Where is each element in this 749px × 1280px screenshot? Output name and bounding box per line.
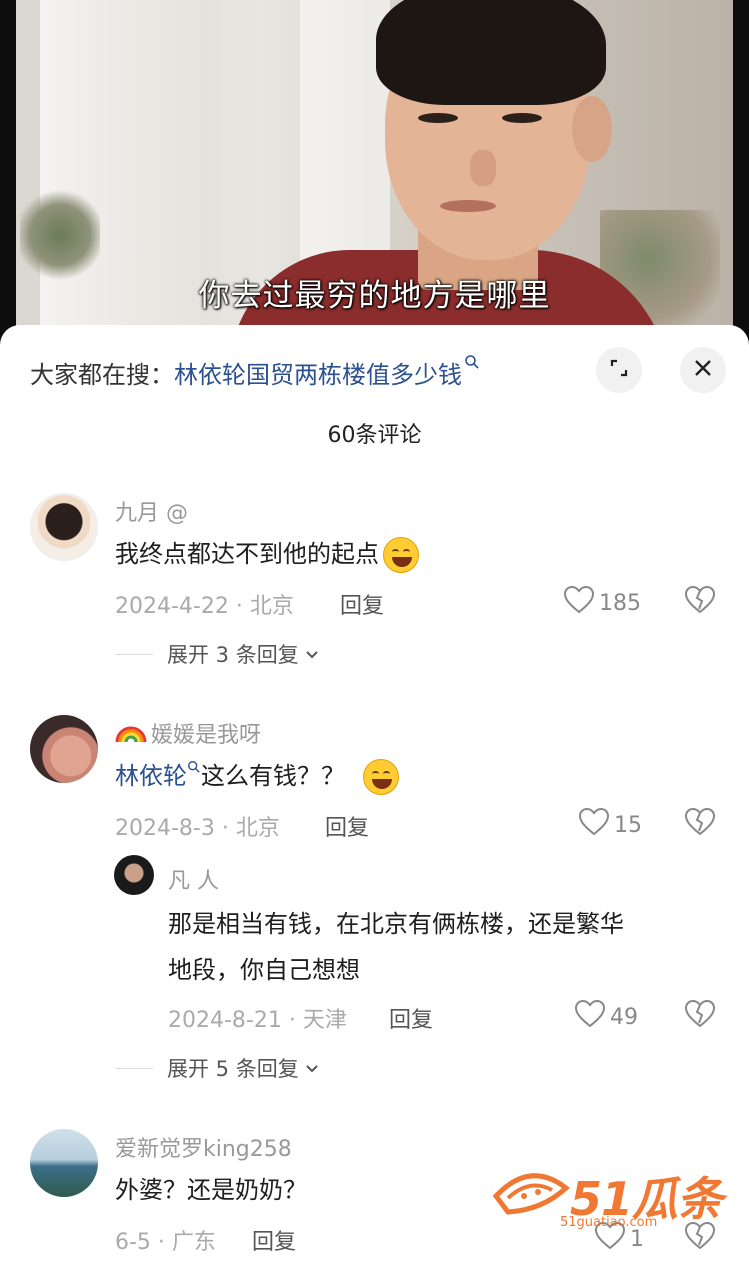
comment-username-text: 媛媛是我呀 — [151, 723, 262, 748]
dislike-button[interactable] — [684, 585, 716, 619]
comment-meta: 6-5 · 广东 — [115, 1230, 216, 1255]
search-query-link[interactable]: 林依轮国贸两栋楼值多少钱 — [174, 355, 462, 390]
comment-meta: 2024-4-22 · 北京 — [115, 594, 294, 619]
avatar[interactable] — [30, 1129, 98, 1197]
expand-replies-label: 展开 5 条回复 — [167, 1057, 299, 1081]
dislike-button[interactable] — [684, 999, 716, 1033]
comment-username[interactable]: 爱新觉罗king258 — [115, 1131, 292, 1163]
chevron-down-icon — [305, 1059, 319, 1078]
search-suggestion[interactable]: 大家都在搜： 林依轮国贸两栋楼值多少钱 — [30, 355, 480, 389]
person-mouth — [440, 200, 496, 212]
dislike-button[interactable] — [684, 807, 716, 841]
heart-icon — [574, 999, 606, 1035]
laughing-emoji-icon — [383, 537, 419, 573]
avatar[interactable] — [30, 715, 98, 783]
comment-sheet: 大家都在搜： 林依轮国贸两栋楼值多少钱 60条评论 九月 @ 我终点都达不到他的… — [0, 325, 749, 1280]
video-subtitle: 你去过最穷的地方是哪里 — [198, 278, 551, 314]
broken-heart-icon — [684, 585, 716, 619]
comment-item: 媛媛是我呀 林依轮 这么有钱？？ 2024-8-3 · 北京 回复 15 凡 人 … — [0, 705, 749, 1105]
avatar[interactable] — [114, 855, 154, 895]
reply-button[interactable]: 回复 — [325, 810, 369, 842]
comment-text-content: 我终点都达不到他的起点 — [115, 540, 379, 568]
mention-link[interactable]: 林依轮 — [115, 762, 187, 790]
reply-username[interactable]: 凡 人 — [168, 863, 219, 895]
person-ear — [572, 96, 612, 162]
background-plant — [20, 190, 100, 280]
search-icon — [187, 741, 201, 791]
reply-text-line-2: 地段，你自己想想 — [168, 956, 360, 984]
reply-text-line-1: 那是相当有钱，在北京有俩栋楼，还是繁华 — [168, 910, 624, 938]
person-eye-right — [502, 113, 542, 123]
close-icon — [693, 358, 713, 382]
reply-button[interactable]: 回复 — [340, 588, 384, 620]
broken-heart-icon — [684, 999, 716, 1033]
watermark-logo: 51瓜条 51guatiao.com — [490, 1163, 723, 1230]
comment-text: 外婆？还是奶奶？ — [115, 1176, 307, 1204]
reply-button[interactable]: 回复 — [252, 1224, 296, 1256]
reply-button[interactable]: 回复 — [389, 1002, 433, 1034]
chevron-down-icon — [305, 645, 319, 664]
expand-button[interactable] — [596, 347, 642, 393]
divider — [115, 653, 153, 655]
comment-text: 林依轮 这么有钱？？ — [115, 751, 399, 801]
search-prefix: 大家都在搜： — [30, 360, 174, 389]
comment-text: 我终点都达不到他的起点 — [115, 529, 419, 579]
person-nose — [470, 150, 496, 186]
like-count: 15 — [614, 812, 642, 838]
video-frame[interactable]: 你去过最穷的地方是哪里 — [0, 0, 749, 350]
heart-icon — [563, 585, 595, 621]
comment-username[interactable]: 九月 @ — [115, 495, 188, 527]
like-count: 1 — [630, 1226, 644, 1252]
like-count: 49 — [610, 1004, 638, 1030]
search-icon — [464, 354, 480, 374]
broken-heart-icon — [684, 1221, 716, 1255]
watermelon-icon — [490, 1166, 570, 1226]
person-hair — [376, 0, 606, 105]
rainbow-icon — [115, 722, 147, 750]
close-button[interactable] — [680, 347, 726, 393]
person-eye-left — [418, 113, 458, 123]
comment-meta: 2024-8-3 · 北京 — [115, 816, 280, 841]
comment-item: 九月 @ 我终点都达不到他的起点 2024-4-22 · 北京 回复 185 展… — [0, 485, 749, 685]
expand-replies-label: 展开 3 条回复 — [167, 643, 299, 667]
comment-text-content: 这么有钱？？ — [201, 762, 345, 790]
like-button[interactable]: 185 — [563, 585, 641, 621]
like-button[interactable]: 15 — [578, 807, 642, 843]
divider — [115, 1067, 153, 1069]
like-count: 185 — [599, 590, 641, 616]
avatar[interactable] — [30, 493, 98, 561]
expand-icon — [608, 357, 630, 383]
expand-replies[interactable]: 展开 3 条回复 — [115, 639, 319, 669]
reply-meta: 2024-8-21 · 天津 — [168, 1008, 347, 1033]
expand-replies[interactable]: 展开 5 条回复 — [115, 1053, 319, 1083]
grinning-emoji-icon — [363, 759, 399, 795]
heart-icon — [578, 807, 610, 843]
like-button[interactable]: 49 — [574, 999, 638, 1035]
watermark-domain: 51guatiao.com — [560, 1215, 658, 1230]
comments-count: 60条评论 — [327, 423, 422, 448]
broken-heart-icon — [684, 807, 716, 841]
